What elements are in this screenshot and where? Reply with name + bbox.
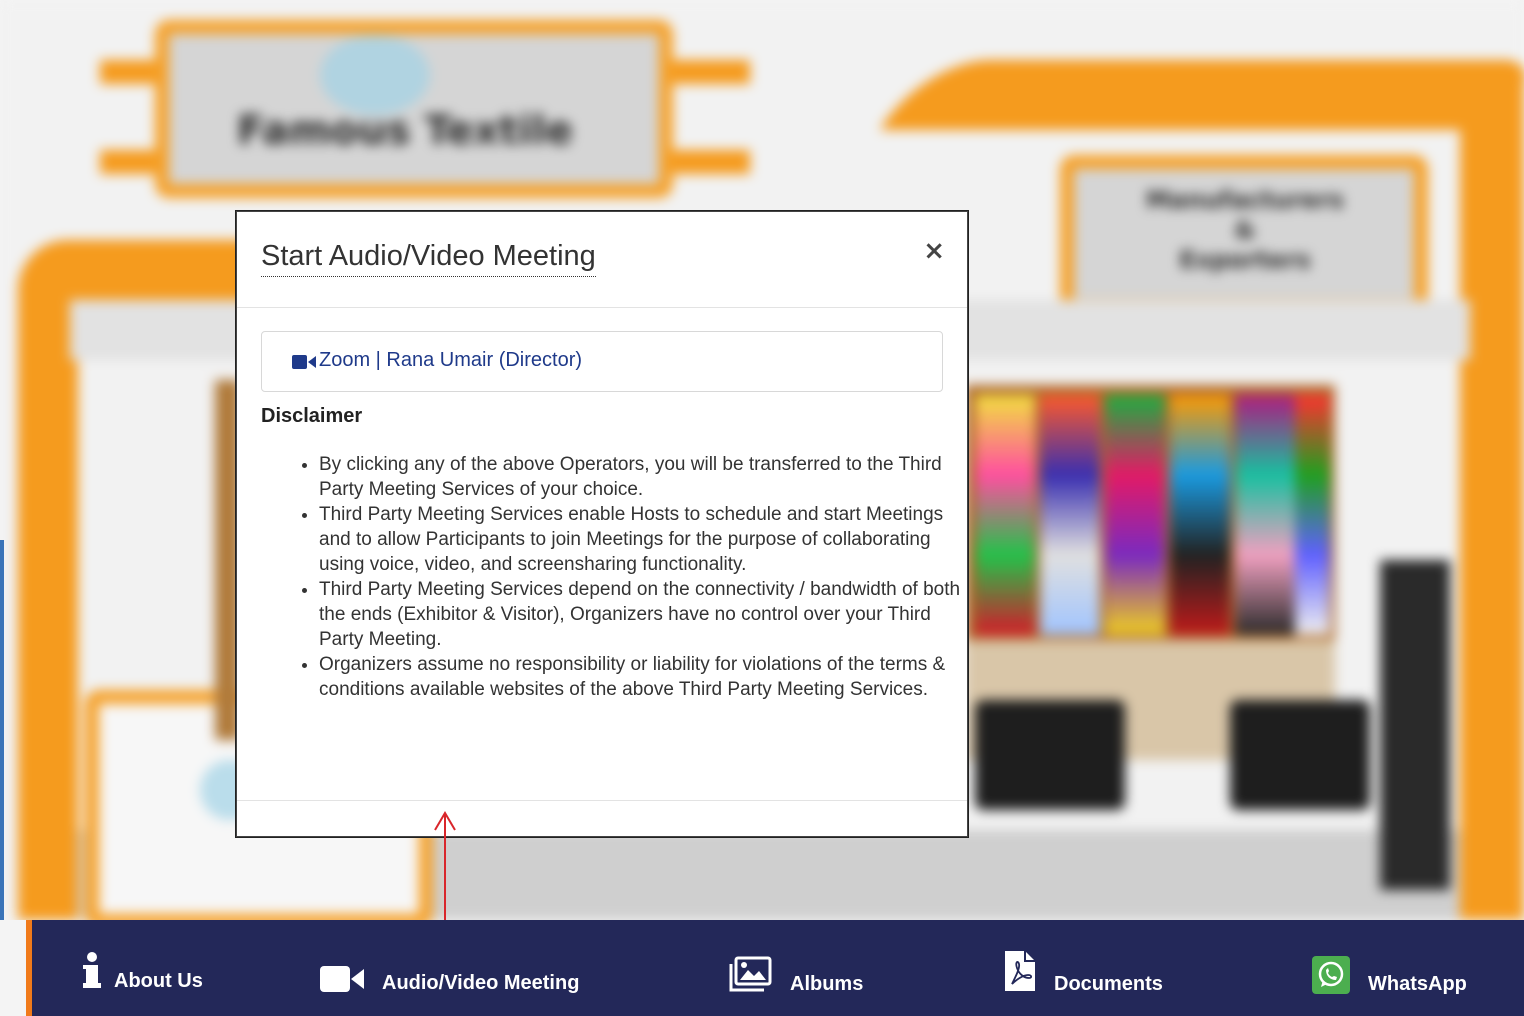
nav-label: Albums (790, 973, 864, 995)
zoom-operator-option[interactable]: Zoom | Rana Umair (Director) (261, 331, 943, 392)
nav-label: Audio/Video Meeting (382, 972, 580, 994)
nav-audio-video-meeting[interactable]: Audio/Video Meeting (320, 950, 600, 998)
modal-footer-divider (237, 800, 967, 801)
nav-whatsapp[interactable]: WhatsApp (1308, 950, 1478, 1000)
nav-label: WhatsApp (1368, 973, 1467, 995)
modal-title: Start Audio/Video Meeting (261, 240, 596, 277)
modal-header: Start Audio/Video Meeting × (237, 212, 967, 308)
disclaimer-item: Third Party Meeting Services enable Host… (319, 502, 979, 577)
disclaimer-item: Organizers assume no responsibility or l… (319, 652, 979, 702)
video-camera-icon (320, 966, 364, 992)
nav-albums[interactable]: Albums (722, 950, 882, 1000)
nav-label: About Us (114, 970, 203, 992)
bottom-navbar: About Us Audio/Video Meeting Albums Docu… (26, 920, 1524, 1016)
page-frame-line (0, 540, 4, 920)
disclaimer-item: By clicking any of the above Operators, … (319, 452, 979, 502)
meeting-modal: Start Audio/Video Meeting × Zoom | Rana … (236, 211, 968, 837)
nav-documents[interactable]: Documents (1000, 950, 1190, 1000)
operator-label: Zoom | Rana Umair (Director) (319, 349, 583, 371)
info-icon (83, 952, 101, 988)
nav-about-us[interactable]: About Us (82, 950, 232, 998)
disclaimer-item: Third Party Meeting Services depend on t… (319, 577, 979, 652)
whatsapp-icon (1312, 956, 1350, 994)
disclaimer-heading: Disclaimer (261, 405, 363, 427)
close-button[interactable]: × (923, 238, 945, 264)
video-camera-icon (292, 355, 316, 369)
pdf-document-icon (1005, 951, 1035, 991)
image-gallery-icon (729, 956, 772, 992)
nav-label: Documents (1054, 973, 1163, 995)
disclaimer-list: By clicking any of the above Operators, … (277, 452, 979, 702)
